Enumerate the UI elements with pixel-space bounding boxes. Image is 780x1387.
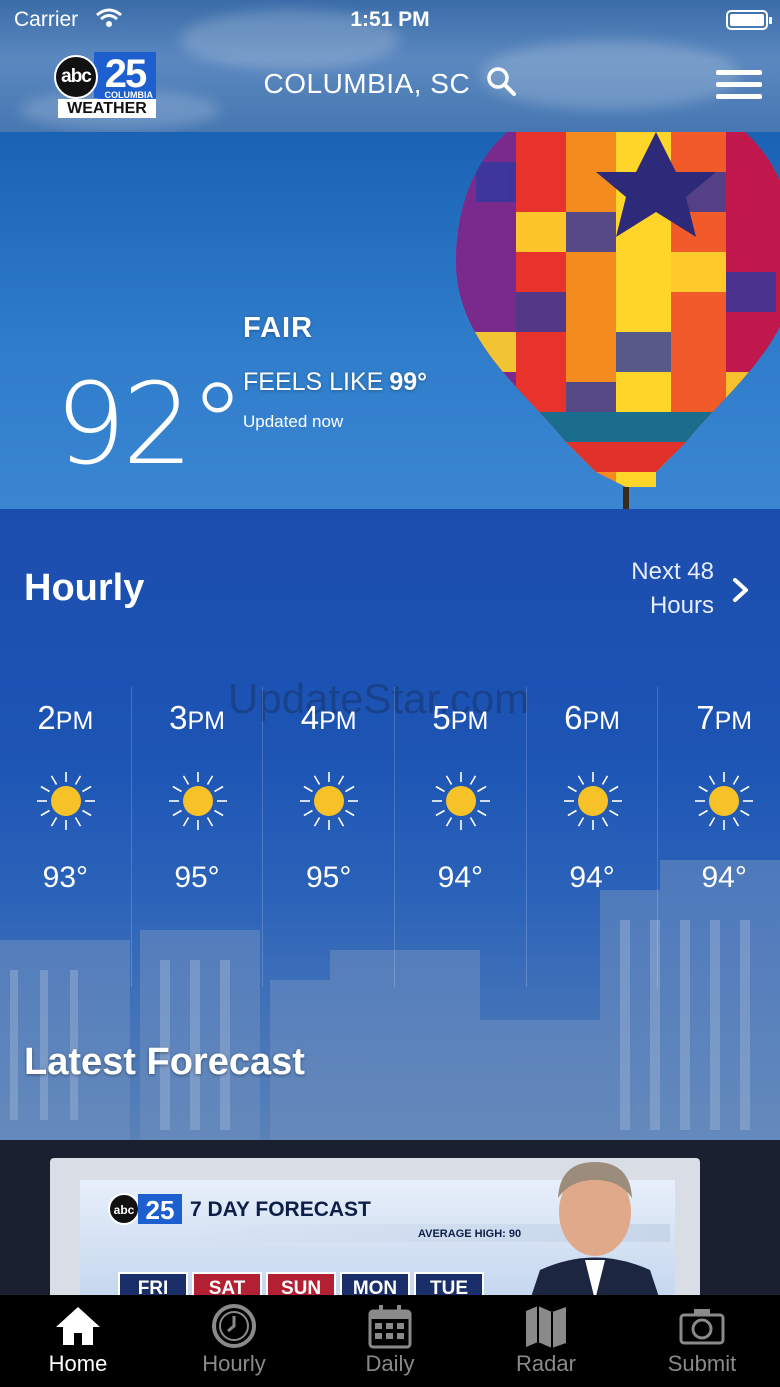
hour-label: 6PM <box>527 699 658 737</box>
next-48-line2: Hours <box>649 592 714 619</box>
video-days: FRI SAT SUN MON TUE <box>118 1272 484 1295</box>
sun-icon <box>695 772 754 830</box>
video-day: TUE <box>414 1272 484 1295</box>
video-day: SAT <box>192 1272 262 1295</box>
current-temperature: 92° <box>55 360 246 490</box>
sun-icon <box>168 772 227 830</box>
hour-number: 4 <box>300 699 320 736</box>
tab-radar[interactable]: Radar <box>468 1295 624 1387</box>
hour-suffix: PM <box>450 707 489 735</box>
hour-column[interactable]: 2PM 93° <box>0 687 132 987</box>
hot-air-balloon-image <box>456 132 780 509</box>
hour-number: 5 <box>432 699 451 736</box>
camera-icon <box>679 1309 725 1345</box>
hour-suffix: PM <box>319 707 357 735</box>
home-icon <box>56 1307 100 1345</box>
hour-column[interactable]: 5PM 94° <box>395 687 527 987</box>
hour-number: 2 <box>37 699 56 736</box>
hour-temperature: 95° <box>305 861 352 894</box>
video-day: SUN <box>266 1272 336 1295</box>
feels-like-value: 99° <box>389 368 428 396</box>
hour-column[interactable]: 4PM 95° <box>263 687 396 987</box>
hour-temperature: 94° <box>569 861 615 894</box>
sun-icon <box>563 772 622 830</box>
clock-time: 1:51 PM <box>350 8 430 31</box>
forecast-video[interactable]: abc 25 7 DAY FORECAST AVERAGE HIGH: 90 F… <box>0 1140 780 1295</box>
feels-like-label: FEELS LIKE <box>243 368 384 396</box>
logo-brand: WEATHER <box>58 99 156 118</box>
sun-icon <box>37 772 95 830</box>
map-icon <box>526 1306 566 1348</box>
feels-like: FEELS LIKE 99° <box>243 368 427 397</box>
hour-label: 7PM <box>658 699 780 737</box>
video-average-high: AVERAGE HIGH: 90 <box>418 1228 522 1240</box>
tab-label: Hourly <box>202 1351 266 1376</box>
status-bar: Carrier 1:51 PM <box>0 0 780 40</box>
calendar-icon <box>368 1305 412 1349</box>
app-header: Carrier 1:51 PM 25 abc COLUMBIA WEATHER … <box>0 0 780 132</box>
tab-daily[interactable]: Daily <box>312 1295 468 1387</box>
battery-icon <box>726 10 772 30</box>
menu-icon[interactable] <box>716 70 762 102</box>
latest-forecast-title: Latest Forecast <box>24 1041 305 1083</box>
hour-temperature: 94° <box>437 861 484 894</box>
video-day: MON <box>340 1272 410 1295</box>
chevron-right-icon <box>733 578 748 602</box>
clock-icon <box>212 1304 256 1348</box>
tab-label: Radar <box>516 1351 576 1376</box>
tab-label: Submit <box>667 1351 737 1376</box>
tab-hourly[interactable]: Hourly <box>156 1295 312 1387</box>
condition-label: FAIR <box>243 312 314 344</box>
svg-text:25: 25 <box>146 1195 175 1225</box>
hour-temperature: 93° <box>42 861 89 894</box>
hour-temperature: 94° <box>701 861 747 894</box>
hour-suffix: PM <box>55 707 94 735</box>
presenter-image <box>531 1162 659 1295</box>
video-station-logo: abc 25 <box>108 1193 182 1225</box>
hourly-strip[interactable]: 2PM 93° 3PM 95° 4PM 95° 5PM 94° 6PM 94° 7PM 94° <box>0 687 780 987</box>
hour-suffix: PM <box>187 707 225 735</box>
svg-text:abc: abc <box>114 1203 135 1217</box>
hourly-title: Hourly <box>24 567 145 609</box>
tab-home[interactable]: Home <box>0 1295 156 1387</box>
sun-icon <box>300 772 359 830</box>
search-icon[interactable] <box>486 66 517 96</box>
tab-bar: Home Hourly Daily Radar Submit <box>0 1295 780 1387</box>
hour-temperature: 95° <box>174 861 220 894</box>
video-headline: 7 DAY FORECAST <box>190 1198 371 1221</box>
hour-number: 7 <box>696 699 715 736</box>
current-conditions: FAIR FEELS LIKE 99° Updated now 92° <box>0 132 780 509</box>
tab-submit[interactable]: Submit <box>624 1295 780 1387</box>
hour-column[interactable]: 6PM 94° <box>527 687 659 987</box>
hour-number: 6 <box>564 699 583 736</box>
next-48-hours-link[interactable]: Next 48 Hours <box>631 555 752 623</box>
tab-label: Home <box>48 1351 108 1376</box>
hour-number: 3 <box>169 699 188 736</box>
sun-icon <box>432 772 491 830</box>
tab-label: Daily <box>365 1351 415 1376</box>
hourly-section: Hourly Next 48 Hours UpdateStar.com 2PM 9… <box>0 509 780 1140</box>
video-day: FRI <box>118 1272 188 1295</box>
next-48-line1: Next 48 <box>631 558 714 585</box>
hour-label: 2PM <box>0 699 131 737</box>
hour-column[interactable]: 3PM 95° <box>132 687 264 987</box>
hour-suffix: PM <box>714 707 753 735</box>
location-selector[interactable]: COLUMBIA, SC <box>0 66 780 100</box>
hour-label: 3PM <box>132 699 263 737</box>
updated-label: Updated now <box>243 412 344 431</box>
hour-suffix: PM <box>582 707 620 735</box>
hour-label: 4PM <box>263 699 394 737</box>
hour-label: 5PM <box>395 699 526 737</box>
hour-column[interactable]: 7PM 94° <box>658 687 780 987</box>
location-label: COLUMBIA, SC <box>263 68 471 99</box>
